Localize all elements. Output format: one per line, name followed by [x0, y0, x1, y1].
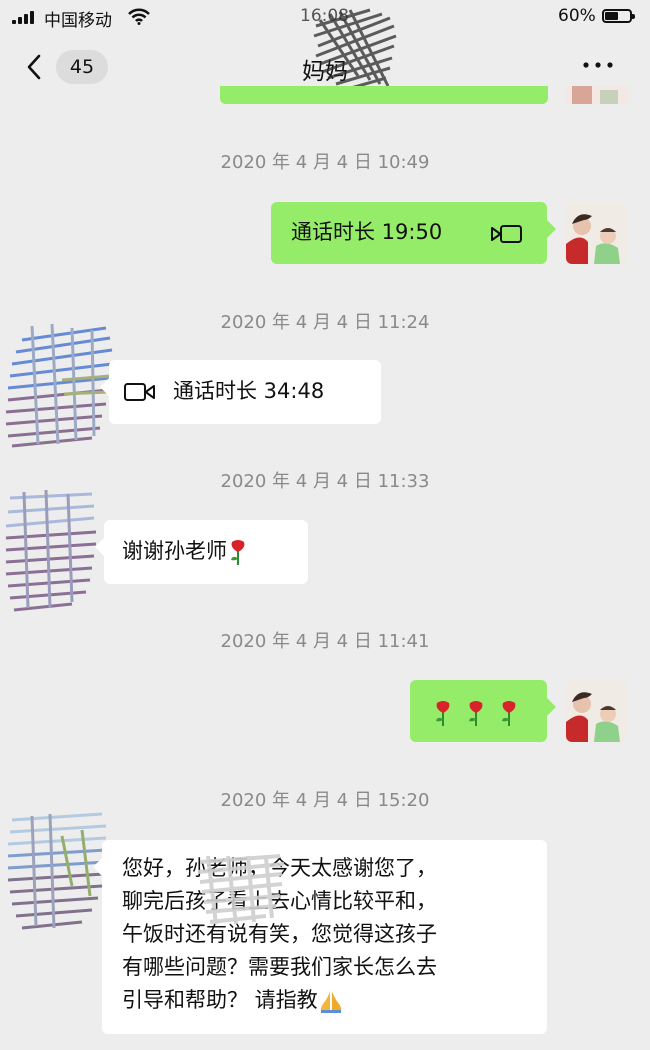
message-line: 午饭时还有说有笑，您觉得这孩子	[122, 922, 437, 946]
status-time: 16:08	[300, 6, 349, 26]
call-duration-text: 通话时长 34:48	[173, 379, 325, 403]
chat-title: 妈妈	[302, 59, 348, 85]
message-bubble[interactable]	[410, 680, 556, 742]
call-duration-text: 通话时长 19:50	[291, 220, 443, 244]
more-dots-icon	[583, 62, 613, 68]
rose-emoji-row	[432, 696, 520, 729]
message-line-wrap: 引导和帮助？ 请指教	[122, 984, 547, 1017]
call-record-bubble[interactable]: 通话时长 34:48	[100, 360, 381, 424]
my-avatar[interactable]	[566, 680, 628, 742]
rose-emoji-icon	[469, 701, 483, 726]
cellular-signal-icon	[12, 10, 38, 24]
message-timestamp: 2020 年 4 月 4 日 11:41	[220, 631, 430, 652]
my-avatar[interactable]	[566, 86, 628, 104]
message-bubble[interactable]: 您好，孙老师，今天太感谢您了， 聊完后孩子看上去心情比较平和， 午饭时还有说有笑…	[93, 840, 547, 1034]
message-line: 有哪些问题？需要我们家长怎么去	[122, 955, 437, 979]
battery-icon	[602, 9, 635, 23]
video-call-icon	[491, 225, 522, 243]
video-call-icon	[124, 383, 155, 401]
rose-emoji-icon	[502, 701, 516, 726]
message-text: 谢谢孙老师	[122, 539, 227, 563]
contact-avatar[interactable]	[2, 320, 114, 450]
my-avatar[interactable]	[566, 202, 628, 264]
rose-emoji-icon	[231, 540, 245, 565]
battery-percent: 60%	[558, 6, 596, 26]
message-timestamp: 2020 年 4 月 4 日 10:49	[220, 152, 430, 173]
praying-hands-emoji-icon	[320, 991, 341, 1013]
wifi-icon	[128, 8, 150, 25]
message-bubble[interactable]: 谢谢孙老师	[95, 520, 308, 584]
message-line: 引导和帮助？ 请指教	[122, 988, 318, 1012]
message-line: 您好，孙老师，今天太感谢您了，	[122, 856, 437, 880]
previous-message-bubble[interactable]	[220, 86, 548, 104]
rose-emoji-icon	[436, 701, 450, 726]
message-line: 聊完后孩子看上去心情比较平和，	[122, 889, 437, 913]
call-record-bubble[interactable]: 通话时长 19:50	[271, 202, 556, 264]
more-button[interactable]	[580, 50, 616, 80]
carrier-name: 中国移动	[44, 11, 112, 31]
battery-level	[605, 12, 618, 20]
status-bar: 中国移动 16:08 60%	[0, 0, 650, 34]
message-text-wrap: 谢谢孙老师	[122, 535, 249, 568]
contact-avatar[interactable]	[2, 484, 98, 614]
